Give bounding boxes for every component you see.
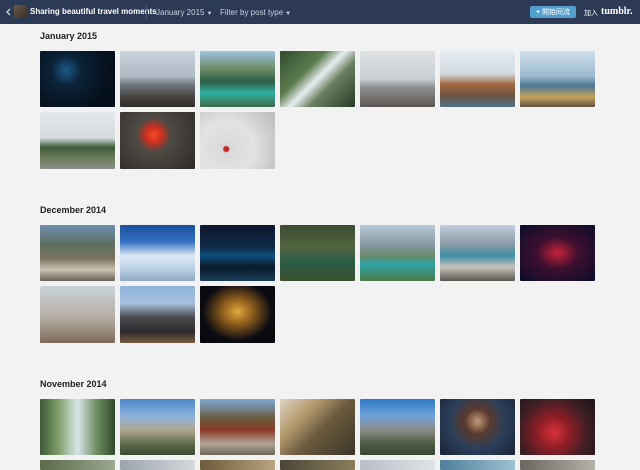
chevron-down-icon: ▼ bbox=[206, 11, 213, 17]
photo-thumbnail[interactable] bbox=[360, 51, 435, 107]
photo-thumbnail[interactable] bbox=[520, 460, 595, 470]
month-filter-label: January 2015 bbox=[156, 8, 205, 17]
photo-thumbnail[interactable] bbox=[440, 460, 515, 470]
join-link[interactable]: 加入 bbox=[584, 8, 598, 18]
photo-thumbnail[interactable] bbox=[200, 112, 275, 169]
photo-thumbnail[interactable] bbox=[440, 399, 515, 455]
post-type-filter-label: Filter by post type bbox=[220, 8, 284, 17]
blog-avatar[interactable] bbox=[14, 5, 27, 18]
photo-thumbnail[interactable] bbox=[520, 399, 595, 455]
photo-thumbnail[interactable] bbox=[200, 51, 275, 107]
photo-thumbnail[interactable] bbox=[40, 399, 115, 455]
tumblr-logo[interactable]: tumblr. bbox=[601, 6, 633, 17]
blog-title[interactable]: Sharing beautiful travel moments bbox=[30, 7, 157, 16]
post-type-filter-dropdown[interactable]: Filter by post type ▼ bbox=[220, 8, 291, 17]
photo-thumbnail[interactable] bbox=[120, 399, 195, 455]
month-filter-dropdown[interactable]: January 2015 ▼ bbox=[156, 8, 212, 17]
photo-thumbnail[interactable] bbox=[360, 225, 435, 281]
photo-thumbnail[interactable] bbox=[200, 399, 275, 455]
photo-thumbnail[interactable] bbox=[440, 225, 515, 281]
back-arrow-icon[interactable] bbox=[4, 7, 14, 17]
plus-icon: + bbox=[535, 8, 541, 16]
photo-thumbnail[interactable] bbox=[360, 399, 435, 455]
follow-button[interactable]: + 開始同流 bbox=[530, 6, 576, 18]
follow-button-label: 開始同流 bbox=[542, 9, 571, 16]
photo-thumbnail[interactable] bbox=[40, 51, 115, 107]
photo-thumbnail[interactable] bbox=[40, 112, 115, 169]
photo-thumbnail[interactable] bbox=[40, 286, 115, 343]
photo-thumbnail[interactable] bbox=[280, 225, 355, 281]
divider bbox=[146, 5, 147, 19]
photo-thumbnail[interactable] bbox=[120, 286, 195, 343]
chevron-down-icon: ▼ bbox=[285, 11, 292, 17]
photo-thumbnail[interactable] bbox=[40, 460, 115, 470]
photo-thumbnail[interactable] bbox=[520, 51, 595, 107]
photo-thumbnail[interactable] bbox=[200, 286, 275, 343]
photo-thumbnail[interactable] bbox=[200, 460, 275, 470]
photo-thumbnail[interactable] bbox=[360, 460, 435, 470]
photo-thumbnail[interactable] bbox=[440, 51, 515, 107]
photo-thumbnail[interactable] bbox=[520, 225, 595, 281]
photo-thumbnail[interactable] bbox=[120, 460, 195, 470]
photo-thumbnail[interactable] bbox=[120, 51, 195, 107]
photo-thumbnail[interactable] bbox=[120, 225, 195, 281]
photo-thumbnail[interactable] bbox=[40, 225, 115, 281]
month-heading-january-2015: January 2015 bbox=[40, 31, 98, 41]
photo-thumbnail[interactable] bbox=[120, 112, 195, 169]
top-bar: Sharing beautiful travel moments January… bbox=[0, 0, 640, 24]
photo-thumbnail[interactable] bbox=[280, 399, 355, 455]
photo-thumbnail[interactable] bbox=[280, 460, 355, 470]
photo-thumbnail[interactable] bbox=[200, 225, 275, 281]
photo-thumbnail[interactable] bbox=[280, 51, 355, 107]
month-heading-november-2014: November 2014 bbox=[40, 379, 107, 389]
month-heading-december-2014: December 2014 bbox=[40, 205, 107, 215]
